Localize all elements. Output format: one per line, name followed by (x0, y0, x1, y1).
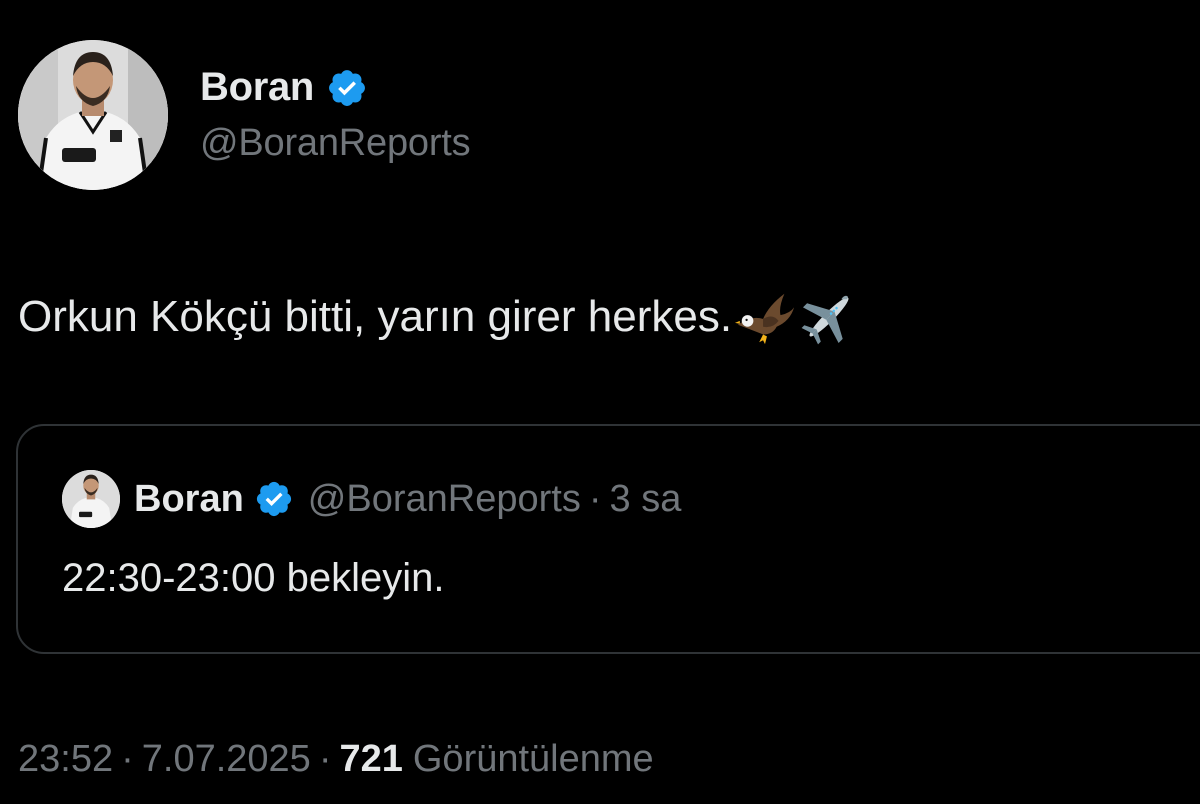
separator-dot: · (588, 477, 602, 520)
name-row: Boran (200, 60, 470, 116)
verified-badge-icon (329, 69, 366, 106)
views-count[interactable]: 721 (339, 738, 402, 780)
tweet-meta: 23:52 · 7.07.2025 · 721 Görüntülenme (18, 738, 654, 781)
avatar-photo-icon (62, 470, 120, 528)
tweet-author: Boran @BoranReports (18, 40, 471, 190)
tweet-body: Orkun Kökçü bitti, yarın girer herkes. (18, 286, 860, 348)
tweet-time[interactable]: 23:52 (18, 738, 113, 780)
verified-badge-icon (256, 481, 291, 517)
avatar-photo-icon (18, 40, 168, 190)
quoted-tweet-time[interactable]: 3 sa (610, 478, 682, 521)
views-label[interactable]: Görüntülenme (413, 738, 654, 780)
author-avatar[interactable] (18, 40, 168, 190)
separator-dot: · (318, 738, 332, 780)
quoted-tweet-header: Boran @BoranReports · 3 sa (62, 470, 681, 528)
quoted-author-handle[interactable]: @BoranReports (308, 478, 581, 521)
airplane-emoji-icon (801, 295, 849, 345)
separator-dot: · (121, 738, 134, 780)
quoted-author-display-name[interactable]: Boran (134, 478, 244, 521)
tweet-text: Orkun Kökçü bitti, yarın girer herkes. (18, 292, 733, 341)
author-display-name[interactable]: Boran (200, 65, 314, 110)
eagle-emoji-icon (735, 293, 795, 345)
tweet-date[interactable]: 7.07.2025 (142, 738, 311, 780)
author-text: Boran @BoranReports (200, 60, 471, 165)
quoted-author-avatar[interactable] (62, 470, 120, 528)
quoted-tweet-text: 22:30-23:00 bekleyin. (62, 556, 445, 600)
author-handle[interactable]: @BoranReports (200, 122, 471, 165)
quoted-tweet-card[interactable]: Boran @BoranReports · 3 sa 22:30-23:00 b… (16, 424, 1200, 654)
